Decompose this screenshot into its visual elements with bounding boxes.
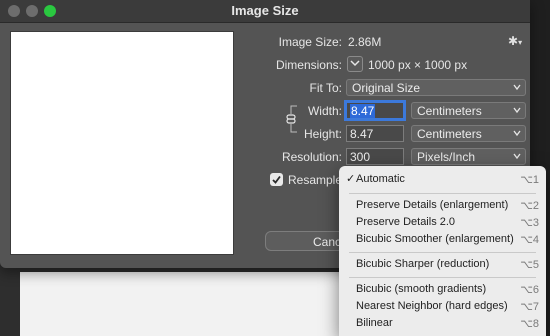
resample-method-menu: ✓ Automatic ⌥1 Preserve Details (enlarge… (339, 166, 546, 336)
dimensions-label: Dimensions: (275, 58, 342, 72)
width-value: 8.47 (350, 104, 376, 118)
document-canvas (20, 272, 360, 336)
image-preview[interactable] (10, 31, 234, 255)
resolution-unit-value: Pixels/Inch (417, 150, 476, 164)
checkmark-icon: ✓ (346, 173, 356, 185)
resolution-label: Resolution: (281, 150, 342, 164)
fit-to-value: Original Size (352, 81, 421, 95)
menu-item-nearest-neighbor[interactable]: Nearest Neighbor (hard edges) ⌥7 (339, 298, 546, 315)
width-unit-value: Centimeters (417, 104, 482, 118)
width-unit-select[interactable]: Centimeters (411, 102, 526, 119)
menu-separator (349, 252, 536, 253)
menu-item-bicubic-smoother[interactable]: Bicubic Smoother (enlargement) ⌥4 (339, 231, 546, 248)
menu-separator (349, 277, 536, 278)
width-label: Width: (307, 104, 342, 118)
image-size-label: Image Size: (278, 35, 342, 49)
checkmark-icon (272, 175, 281, 184)
chevron-down-icon (513, 153, 521, 160)
menu-item-bilinear[interactable]: Bilinear ⌥8 (339, 315, 546, 332)
resolution-value: 300 (350, 150, 371, 164)
dimensions-unit-toggle[interactable] (347, 56, 363, 72)
gear-icon[interactable]: ✱▾ (508, 34, 522, 48)
height-unit-value: Centimeters (417, 127, 482, 141)
window-title: Image Size (231, 3, 299, 18)
chevron-down-icon (513, 84, 521, 91)
dimensions-value: 1000 px × 1000 px (368, 58, 468, 72)
menu-separator (349, 193, 536, 194)
height-value: 8.47 (350, 127, 374, 141)
width-input[interactable]: 8.47 (346, 102, 404, 119)
fit-to-label: Fit To: (309, 81, 342, 95)
menu-item-bicubic-sharper[interactable]: Bicubic Sharper (reduction) ⌥5 (339, 256, 546, 273)
menu-item-preserve-details-2[interactable]: Preserve Details 2.0 ⌥3 (339, 214, 546, 231)
resolution-input[interactable]: 300 (346, 148, 404, 165)
resample-label: Resample: (288, 173, 346, 187)
menu-item-automatic[interactable]: ✓ Automatic ⌥1 (339, 171, 546, 188)
height-input[interactable]: 8.47 (346, 125, 404, 142)
image-size-value: 2.86M (348, 35, 382, 49)
resample-checkbox[interactable] (270, 173, 283, 186)
title-bar: Image Size (0, 0, 530, 23)
menu-item-preserve-details[interactable]: Preserve Details (enlargement) ⌥2 (339, 197, 546, 214)
height-unit-select[interactable]: Centimeters (411, 125, 526, 142)
chevron-down-icon (350, 60, 360, 67)
height-label: Height: (303, 127, 342, 141)
fit-to-select[interactable]: Original Size (346, 79, 526, 96)
chevron-down-icon (513, 107, 521, 114)
chevron-down-icon (513, 130, 521, 137)
resolution-unit-select[interactable]: Pixels/Inch (411, 148, 526, 165)
menu-item-bicubic[interactable]: Bicubic (smooth gradients) ⌥6 (339, 281, 546, 298)
